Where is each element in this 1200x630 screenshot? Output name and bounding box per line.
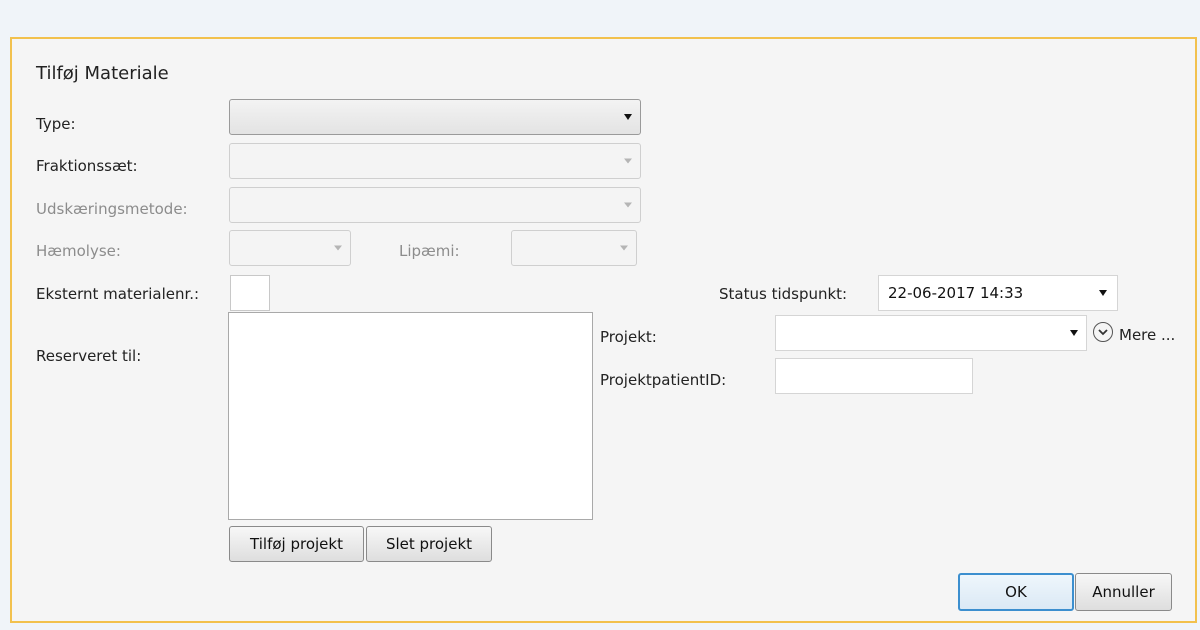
ok-button[interactable]: OK [958,573,1074,611]
reserveret-til-label: Reserveret til: [36,347,142,365]
projekt-dropdown[interactable] [775,315,1087,351]
dialog-title: Tilføj Materiale [36,63,169,84]
udskaeringsmetode-label: Udskæringsmetode: [36,200,188,218]
status-tidspunkt-value: 22-06-2017 14:33 [888,284,1024,302]
fraktionssaet-dropdown[interactable] [229,143,641,179]
eksternt-materialenr-input[interactable] [230,275,270,311]
dropdown-arrow-icon [334,245,342,251]
haemolyse-dropdown[interactable] [229,230,351,266]
annuller-button[interactable]: Annuller [1075,573,1172,611]
dropdown-arrow-icon [1070,330,1078,336]
projekt-label: Projekt: [600,328,657,346]
slet-projekt-button[interactable]: Slet projekt [366,526,492,562]
reserveret-til-listbox[interactable] [228,312,593,520]
dropdown-arrow-icon [624,202,632,208]
mere-link[interactable]: Mere ... [1119,326,1175,344]
haemolyse-label: Hæmolyse: [36,242,121,260]
fraktionssaet-label: Fraktionssæt: [36,157,138,175]
expand-more-circle-icon[interactable] [1093,322,1113,342]
dropdown-arrow-icon [624,158,632,164]
tilfoej-projekt-button[interactable]: Tilføj projekt [229,526,364,562]
projektpatientid-input[interactable] [775,358,973,394]
udskaeringsmetode-dropdown[interactable] [229,187,641,223]
type-dropdown[interactable] [229,99,641,135]
projektpatientid-label: ProjektpatientID: [600,371,727,389]
eksternt-materialenr-label: Eksternt materialenr.: [36,285,200,303]
lipaemi-label: Lipæmi: [399,242,460,260]
status-tidspunkt-label: Status tidspunkt: [719,285,848,303]
type-label: Type: [36,115,76,133]
dropdown-arrow-icon [1099,290,1107,296]
dropdown-arrow-icon [620,245,628,251]
status-tidspunkt-datepicker[interactable]: 22-06-2017 14:33 [878,275,1118,311]
add-material-dialog: Tilføj Materiale Type: Fraktionssæt: Uds… [10,37,1197,623]
dropdown-arrow-icon [624,114,632,120]
lipaemi-dropdown[interactable] [511,230,637,266]
